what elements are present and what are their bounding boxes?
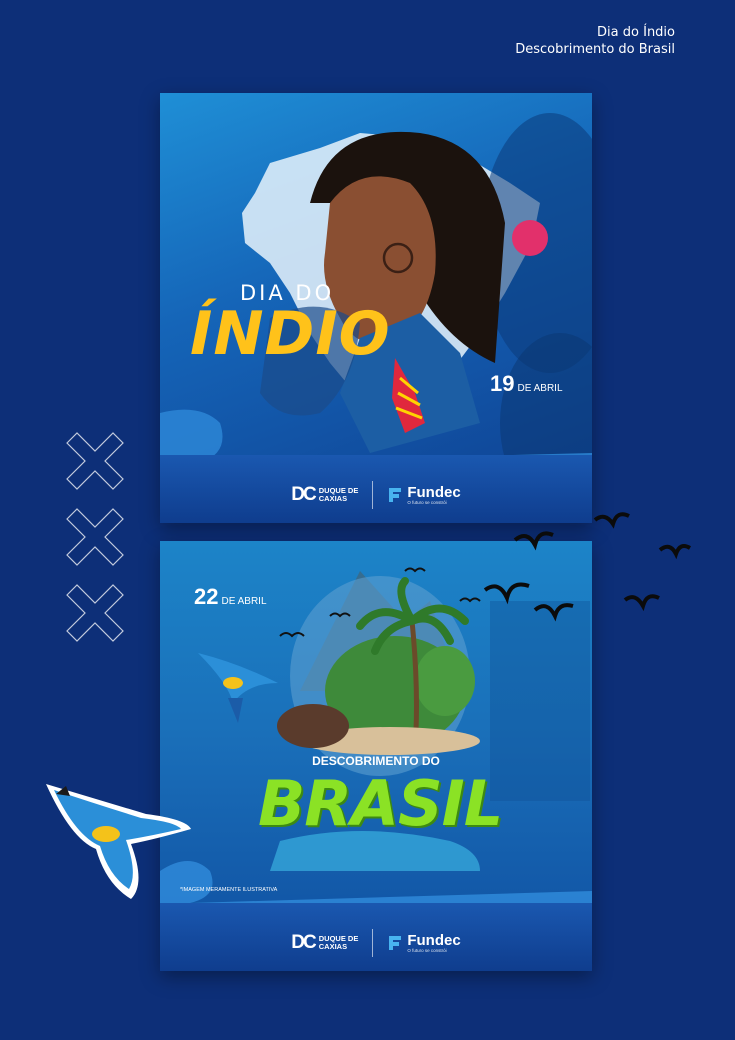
header-line-2: Descobrimento do Brasil (515, 42, 675, 57)
date-number: 19 (490, 371, 515, 396)
bird-icon (658, 544, 692, 560)
fundec-icon (389, 488, 402, 502)
jungle-foliage (415, 646, 475, 716)
fundec-logo: Fundec O futuro se constrói (387, 484, 461, 505)
bird-icon (593, 512, 630, 529)
logo-divider (372, 481, 374, 509)
date-month: DE ABRIL (517, 383, 563, 394)
date-month: DE ABRIL (221, 596, 267, 607)
cross-icon (66, 432, 124, 490)
duque-de-caxias-logo: DC DUQUE DE CAXIAS (291, 932, 358, 954)
beach-rock (277, 704, 349, 748)
bird-icon (623, 594, 660, 612)
macaw-sticker (46, 784, 191, 899)
bird-icon (483, 582, 530, 605)
title-indio: ÍNDIO (190, 299, 391, 369)
dc-logo-line-2: CAXIAS (318, 494, 348, 503)
header: Dia do Índio Descobrimento do Brasil (515, 24, 675, 58)
decorative-crosses (62, 428, 128, 656)
fundec-name: Fundec (407, 932, 461, 949)
dc-logo-mark: DC (291, 932, 316, 953)
dia-do-indio-card: DIA DO ÍNDIO 19 DE ABRIL DC DUQUE DE CAXI… (160, 93, 592, 523)
fundec-tagline: O futuro se constrói (407, 500, 447, 505)
title-brasil: BRASIL (258, 767, 503, 840)
bird-icon (513, 531, 554, 551)
logo-divider (372, 929, 374, 957)
cross-icon (66, 508, 124, 566)
fundec-tagline: O futuro se constrói (407, 948, 447, 953)
title-descobrimento-do: DESCOBRIMENTO DO (312, 754, 440, 768)
dc-logo-mark: DC (291, 484, 316, 505)
date-22-abril: 22 DE ABRIL (194, 584, 267, 610)
bird-icon (404, 567, 426, 573)
date-19-abril: 19 DE ABRIL (490, 371, 563, 397)
footer-logos: DC DUQUE DE CAXIAS Fundec O futuro se co… (160, 925, 592, 961)
flower-accent (512, 220, 548, 256)
fundec-logo: Fundec O futuro se constrói (387, 932, 461, 953)
fundec-icon (389, 936, 402, 950)
date-number: 22 (194, 584, 219, 609)
flock-of-birds (483, 512, 692, 622)
bird-icon (533, 603, 574, 622)
macaw-flying (198, 653, 278, 723)
header-line-1: Dia do Índio (597, 25, 675, 40)
fundec-name: Fundec (407, 484, 461, 501)
duque-de-caxias-logo: DC DUQUE DE CAXIAS (291, 484, 358, 506)
dc-logo-line-2: CAXIAS (318, 942, 348, 951)
cross-icon (66, 584, 124, 642)
